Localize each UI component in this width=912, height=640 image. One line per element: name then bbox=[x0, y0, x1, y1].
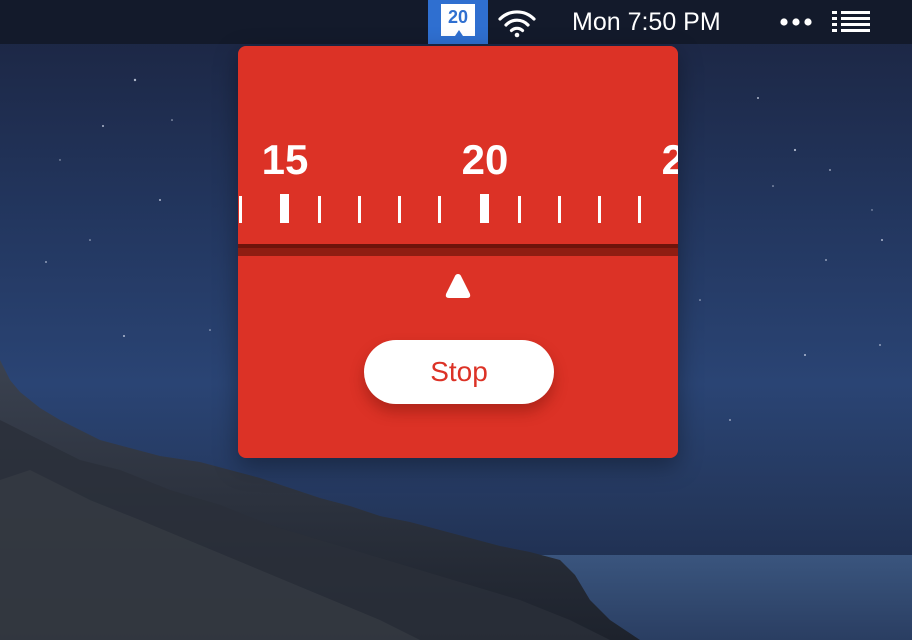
ruler-ticks bbox=[239, 194, 641, 223]
timer-badge-value: 20 bbox=[447, 7, 469, 27]
timer-icon: 20 bbox=[441, 4, 475, 36]
stop-button[interactable]: Stop bbox=[364, 340, 554, 404]
more-icon[interactable] bbox=[779, 15, 813, 29]
list-icon[interactable] bbox=[832, 10, 872, 34]
wifi-icon[interactable] bbox=[497, 8, 537, 38]
pointer-triangle-icon bbox=[445, 274, 471, 298]
ruler-label-20: 20 bbox=[462, 136, 509, 183]
timer-ruler[interactable]: 15 20 25 bbox=[238, 46, 678, 246]
ruler-label-25: 25 bbox=[662, 136, 678, 183]
timer-menubar-item[interactable]: 20 bbox=[428, 0, 488, 44]
ruler-baseline bbox=[238, 244, 678, 256]
menubar-clock[interactable]: Mon 7:50 PM bbox=[572, 8, 721, 36]
timer-popover: 15 20 25 Stop bbox=[238, 46, 678, 458]
ruler-label-15: 15 bbox=[262, 136, 309, 183]
menu-bar: 20 Mon 7:50 PM bbox=[0, 0, 912, 44]
